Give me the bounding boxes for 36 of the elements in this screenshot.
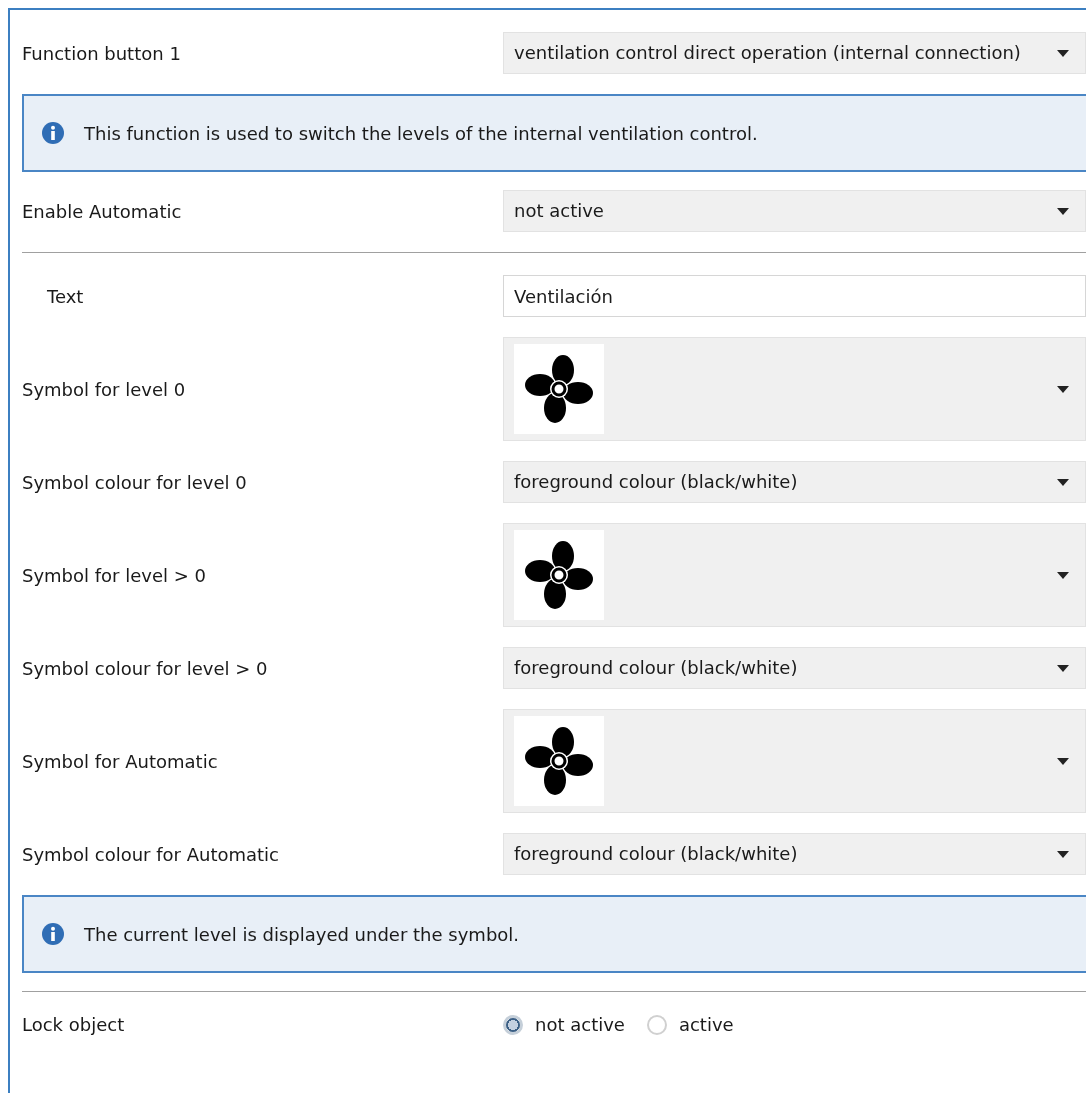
field-label: Symbol for level > 0 xyxy=(22,564,208,586)
fan-icon xyxy=(523,353,595,425)
dropdown[interactable] xyxy=(503,337,1086,441)
field-label: Symbol for level 0 xyxy=(22,378,187,400)
field-label: Symbol colour for level 0 xyxy=(22,471,248,493)
dropdown[interactable]: foreground colour (black/white) xyxy=(503,461,1086,503)
field-label: Text xyxy=(46,285,85,307)
caret-icon xyxy=(1057,850,1069,858)
dropdown[interactable]: foreground colour (black/white) xyxy=(503,833,1086,875)
field-label: Function button 1 xyxy=(22,42,182,64)
field-label: Symbol for Automatic xyxy=(22,750,219,772)
field-label: Symbol colour for Automatic xyxy=(22,843,280,865)
dropdown[interactable] xyxy=(503,523,1086,627)
fan-icon xyxy=(523,539,595,611)
field-label: Enable Automatic xyxy=(22,200,183,222)
info-icon xyxy=(42,122,64,144)
caret-icon xyxy=(1057,385,1069,393)
caret-icon xyxy=(1057,207,1069,215)
field-label: Lock object xyxy=(22,1014,126,1035)
caret-icon xyxy=(1057,757,1069,765)
info-icon xyxy=(42,923,64,945)
caret-icon xyxy=(1057,478,1069,486)
caret-icon xyxy=(1057,571,1069,579)
info-text: This function is used to switch the levels of the internal ventilation control. xyxy=(84,122,758,144)
dropdown[interactable]: not active xyxy=(503,190,1086,232)
info-text: The current level is displayed under the symbol. xyxy=(84,923,520,945)
caret-icon xyxy=(1057,49,1069,57)
text-field[interactable]: Ventilación xyxy=(503,275,1086,317)
dropdown[interactable] xyxy=(503,709,1086,813)
caret-icon xyxy=(1057,664,1069,672)
dropdown[interactable]: foreground colour (black/white) xyxy=(503,647,1086,689)
fan-icon xyxy=(523,725,595,797)
dropdown[interactable]: ventilation control direct operation (internal connection) xyxy=(503,32,1086,74)
field-label: Symbol colour for level > 0 xyxy=(22,657,269,679)
radio-option[interactable]: not active xyxy=(503,1014,625,1035)
radio-option[interactable]: active xyxy=(646,1014,734,1035)
